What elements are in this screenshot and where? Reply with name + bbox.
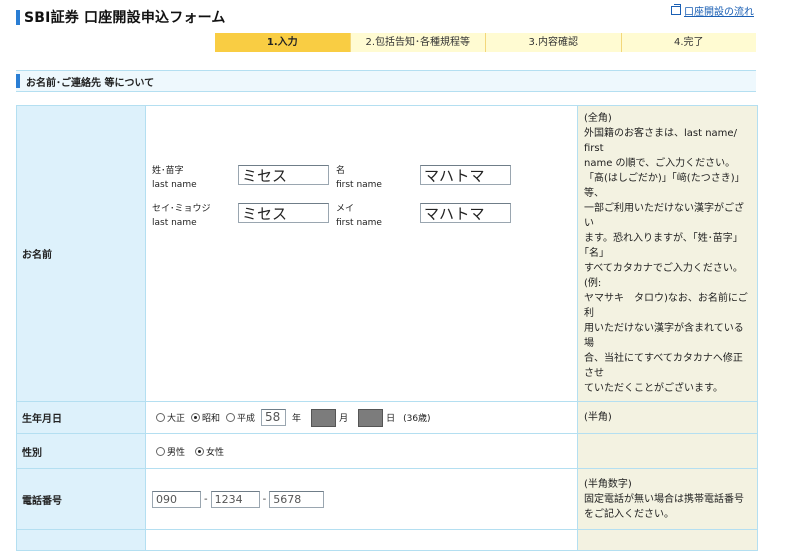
name-note-line: name の順で、ご入力ください。 bbox=[584, 158, 736, 169]
year-unit: 年 bbox=[292, 414, 302, 424]
day-unit: 日 bbox=[386, 414, 396, 424]
section-accent-bar bbox=[16, 74, 20, 88]
tel-note-line: 固定電話が無い場合は携帯電話番号 bbox=[584, 493, 744, 505]
account-flow-link-label: 口座開設の流れ bbox=[684, 7, 754, 18]
era-heisei-label: 平成 bbox=[237, 414, 256, 424]
mei-label-group: 名 first name bbox=[336, 164, 382, 192]
sex-male-label: 男性 bbox=[167, 447, 186, 458]
tel-part2-input[interactable]: 1234 bbox=[210, 491, 260, 508]
sex-female-radio[interactable] bbox=[195, 446, 205, 456]
birth-label: 生年月日 bbox=[16, 401, 146, 434]
sei-kana-input[interactable] bbox=[238, 203, 329, 223]
era-showa-label: 昭和 bbox=[202, 414, 221, 424]
title-accent-bar bbox=[16, 9, 20, 25]
age-text: (36歳) bbox=[403, 414, 431, 424]
page-header: SBI証券 口座開設申込フォーム bbox=[16, 9, 226, 26]
name-note-line: 外国籍のお客さまは、last name/ first bbox=[584, 128, 737, 154]
sei-label: 姓･苗字 bbox=[152, 166, 184, 176]
mei-input[interactable] bbox=[420, 165, 511, 185]
tel-part1-input[interactable]: 090 bbox=[152, 491, 201, 508]
section-header: お名前･ご連絡先 等について bbox=[16, 70, 756, 92]
era-taisho-label: 大正 bbox=[167, 414, 186, 424]
sei-kana-label-group: セイ･ミョウジ last name bbox=[152, 202, 211, 230]
step-complete: 4.完了 bbox=[621, 33, 756, 52]
tel-note-line: をご記入ください。 bbox=[584, 508, 674, 520]
tel-part3-input[interactable]: 5678 bbox=[269, 491, 325, 508]
name-note-line: ヤマサキ タロウ)なお、お名前にご利 bbox=[584, 293, 748, 319]
account-flow-link[interactable]: 口座開設の流れ bbox=[671, 3, 754, 18]
sei-kana-sub-label: last name bbox=[152, 218, 197, 228]
tel-inputs: 090 - 1234 - 5678 bbox=[152, 491, 325, 508]
sei-kana-label: セイ･ミョウジ bbox=[152, 204, 211, 214]
era-showa-radio[interactable] bbox=[191, 413, 201, 422]
sex-male-radio[interactable] bbox=[156, 446, 165, 456]
name-row: お名前 姓･苗字 last name 名 first name セイ･ミョウジ bbox=[16, 105, 758, 402]
external-window-icon bbox=[671, 4, 681, 15]
tel-note: (半角数字) 固定電話が無い場合は携帯電話番号 をご記入ください。 bbox=[577, 468, 758, 530]
mei-kana-label-group: メイ first name bbox=[336, 202, 382, 230]
step-input: 1.入力 bbox=[215, 33, 351, 52]
sex-female-label: 女性 bbox=[206, 447, 225, 458]
birth-year-input[interactable]: 58 bbox=[261, 409, 287, 426]
tel-row: 電話番号 090 - 1234 - 5678 (半角数字) 固定電話が無い場合は… bbox=[16, 468, 758, 530]
application-form-page: SBI証券 口座開設申込フォーム 口座開設の流れ 1.入力 2.包括告知･各種規… bbox=[0, 0, 800, 551]
mei-label: 名 bbox=[336, 166, 346, 176]
sex-label: 性別 bbox=[16, 433, 146, 469]
next-row-input-cell bbox=[145, 529, 578, 551]
mei-kana-label: メイ bbox=[336, 204, 355, 214]
name-note-line: (全角) bbox=[584, 113, 612, 124]
mei-kana-input[interactable] bbox=[420, 203, 511, 223]
tel-input-cell: 090 - 1234 - 5678 bbox=[145, 468, 578, 530]
name-note-line: ていただくことがございます。 bbox=[584, 383, 723, 394]
birth-input-cell: 大正 昭和 平成 58 年 月 日 (36歳) bbox=[145, 401, 578, 434]
mei-sub-label: first name bbox=[336, 180, 382, 190]
sex-row: 性別 男性 女性 bbox=[16, 433, 758, 469]
era-heisei-radio[interactable] bbox=[226, 413, 236, 422]
name-note: (全角) 外国籍のお客さまは、last name/ first name の順で… bbox=[577, 105, 758, 402]
name-label: お名前 bbox=[16, 105, 146, 402]
next-row-label bbox=[16, 529, 146, 551]
step-disclosure: 2.包括告知･各種規程等 bbox=[350, 33, 486, 52]
sei-label-group: 姓･苗字 last name bbox=[152, 164, 197, 192]
tel-label: 電話番号 bbox=[16, 468, 146, 530]
tel-note-line: (半角数字) bbox=[584, 478, 632, 490]
name-note-line: 用いただけない漢字が含まれている場 bbox=[584, 323, 744, 349]
birth-day-select[interactable] bbox=[358, 408, 384, 427]
name-note-line: ます。恐れ入りますが、「姓･苗字」｢名｣ bbox=[584, 233, 743, 259]
page-title: SBI証券 口座開設申込フォーム bbox=[24, 10, 226, 26]
era-taisho-radio[interactable] bbox=[156, 413, 165, 422]
next-row bbox=[16, 529, 758, 551]
tel-dash: - bbox=[204, 494, 208, 505]
birth-month-select[interactable] bbox=[311, 408, 337, 427]
next-row-note bbox=[577, 529, 758, 551]
month-unit: 月 bbox=[339, 414, 349, 424]
tel-dash: - bbox=[262, 494, 267, 505]
birth-row: 生年月日 大正 昭和 平成 58 年 月 日 (36歳) (半角) bbox=[16, 401, 758, 434]
sei-input[interactable] bbox=[238, 165, 329, 185]
sex-input-cell: 男性 女性 bbox=[145, 433, 578, 469]
birth-note: (半角) bbox=[577, 401, 758, 434]
name-note-line: 「髙(はしごだか)」｢﨑(たつさき)｣等、 bbox=[584, 173, 740, 199]
name-note-line: 合、当社にてすべてカタカナへ修正させ bbox=[584, 353, 743, 379]
name-note-line: すべてカタカナでご入力ください。(例: bbox=[584, 263, 743, 289]
name-note-line: 一部ご利用いただけない漢字がござい bbox=[584, 203, 744, 229]
step-confirm: 3.内容確認 bbox=[486, 33, 622, 52]
form-table: お名前 姓･苗字 last name 名 first name セイ･ミョウジ bbox=[16, 105, 758, 551]
name-input-cell: 姓･苗字 last name 名 first name セイ･ミョウジ last… bbox=[145, 105, 578, 402]
sex-note bbox=[577, 433, 758, 469]
progress-steps: 1.入力 2.包括告知･各種規程等 3.内容確認 4.完了 bbox=[215, 33, 756, 52]
mei-kana-sub-label: first name bbox=[336, 218, 382, 228]
sei-sub-label: last name bbox=[152, 180, 197, 190]
section-title: お名前･ご連絡先 等について bbox=[26, 77, 155, 89]
